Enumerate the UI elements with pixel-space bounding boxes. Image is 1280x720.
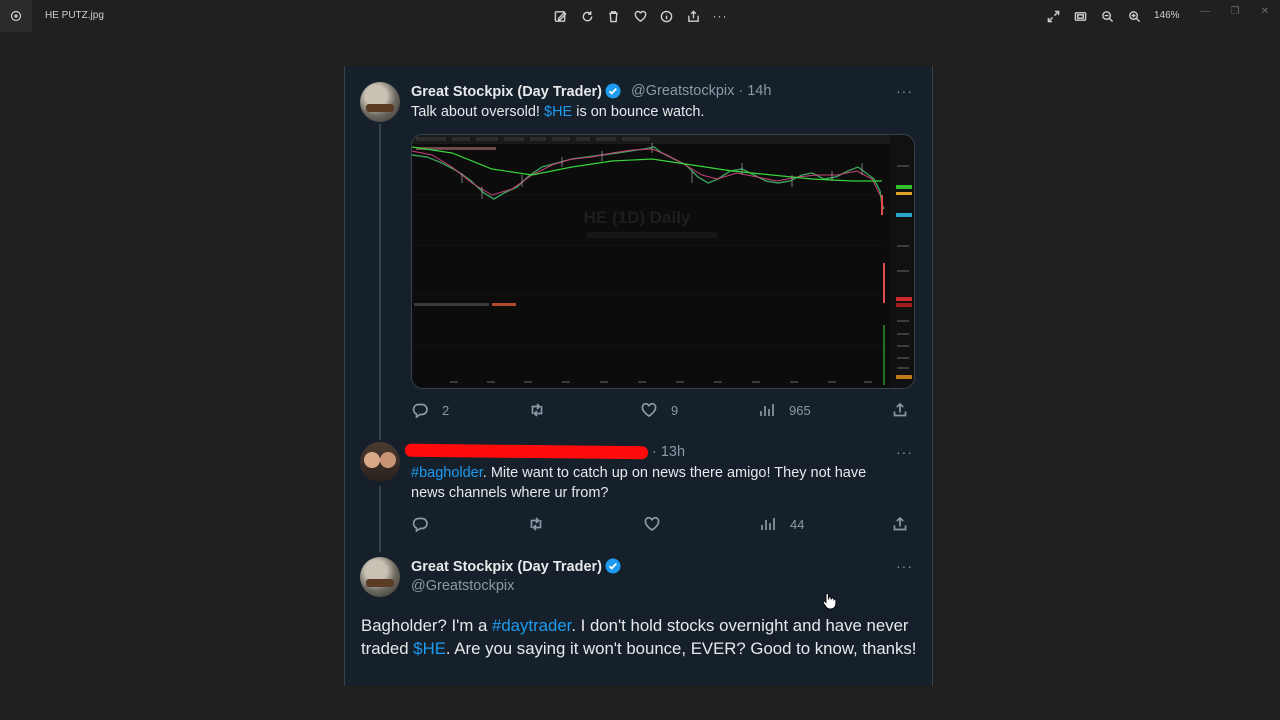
zoom-out-icon[interactable]: [1099, 8, 1115, 24]
verified-badge-icon: [605, 83, 621, 99]
like-button[interactable]: [644, 516, 674, 532]
cashtag-link[interactable]: $HE: [544, 104, 572, 120]
photos-app-icon[interactable]: [0, 0, 32, 32]
hashtag-link[interactable]: #bagholder: [411, 465, 483, 481]
hand-cursor-icon: [822, 592, 836, 610]
restore-icon[interactable]: ❐: [1225, 4, 1245, 18]
views-button[interactable]: 965: [759, 402, 811, 418]
favorite-icon[interactable]: [632, 8, 648, 24]
views-count: 44: [790, 516, 805, 532]
more-options-icon[interactable]: ···: [896, 83, 913, 99]
author-handle: @Greatstockpix: [411, 578, 515, 594]
author-handle-time: @Greatstockpix · 14h: [631, 83, 772, 99]
more-options-icon[interactable]: ···: [896, 558, 913, 574]
edit-icon[interactable]: [552, 8, 568, 24]
photos-title-bar: HE PUTZ.jpg ··· 146% — ❐ ✕: [0, 0, 1280, 32]
share-icon[interactable]: [685, 8, 701, 24]
stock-chart-image[interactable]: HE (1D) Daily: [411, 134, 915, 389]
author-name-text: Great Stockpix (Day Trader): [411, 559, 602, 575]
views-chart-icon: [760, 404, 774, 416]
tweet-text-part: Bagholder? I'm a: [361, 616, 493, 635]
retweet-button[interactable]: [529, 402, 559, 418]
reply-icon: [412, 403, 428, 418]
minimize-icon[interactable]: —: [1195, 4, 1215, 18]
hashtag-link[interactable]: #daytrader: [492, 616, 571, 635]
delete-icon[interactable]: [605, 8, 621, 24]
share-tweet-button[interactable]: [892, 516, 908, 532]
chart-watermark: HE (1D) Daily: [584, 208, 691, 227]
retweet-icon: [531, 403, 543, 417]
zoom-in-icon[interactable]: [1126, 8, 1142, 24]
tweet-text-part: is on bounce watch.: [572, 104, 705, 120]
author-name[interactable]: Great Stockpix (Day Trader): [411, 558, 621, 575]
close-icon[interactable]: ✕: [1255, 4, 1275, 18]
share-tweet-button[interactable]: [892, 402, 908, 418]
reply-button[interactable]: [412, 516, 442, 532]
like-button[interactable]: 9: [641, 402, 678, 418]
reply-count: 2: [442, 402, 450, 418]
reply-icon: [412, 517, 428, 532]
verified-badge-icon: [605, 558, 621, 574]
views-button[interactable]: 44: [760, 516, 804, 532]
thread-connector: [379, 124, 381, 440]
cashtag-link[interactable]: $HE: [413, 639, 446, 658]
tweet-text: Bagholder? I'm a #daytrader. I don't hol…: [361, 614, 921, 660]
tweet-text-part: Talk about oversold!: [411, 104, 544, 120]
info-icon[interactable]: [658, 8, 674, 24]
fullscreen-icon[interactable]: [1045, 8, 1061, 24]
views-count: 965: [789, 402, 811, 418]
fit-icon[interactable]: [1072, 8, 1088, 24]
tweet-text: #bagholder. Mite want to catch up on new…: [411, 464, 901, 503]
share-tweet-icon: [893, 516, 907, 531]
rotate-icon[interactable]: [579, 8, 595, 24]
like-count: 9: [671, 402, 679, 418]
reply-button[interactable]: 2: [412, 402, 449, 418]
author-name-text: Great Stockpix (Day Trader): [411, 84, 602, 100]
tweet-text-part: . Are you saying it won't bounce, EVER? …: [445, 639, 917, 658]
heart-icon: [644, 516, 660, 531]
file-name: HE PUTZ.jpg: [45, 10, 104, 21]
views-chart-icon: [761, 518, 775, 530]
thread-connector: [379, 486, 381, 552]
share-tweet-icon: [893, 402, 907, 417]
more-options-icon[interactable]: ···: [896, 444, 913, 460]
avatar[interactable]: [360, 82, 400, 122]
avatar[interactable]: [360, 557, 400, 597]
tweet-text: Talk about oversold! $HE is on bounce wa…: [411, 103, 704, 123]
retweet-button[interactable]: [528, 516, 558, 532]
tweet-time: · 13h: [652, 444, 686, 460]
avatar[interactable]: [360, 442, 400, 482]
zoom-level[interactable]: 146%: [1154, 10, 1180, 21]
retweet-icon: [530, 517, 542, 531]
heart-icon: [641, 402, 657, 417]
redacted-username: [404, 443, 649, 460]
more-icon[interactable]: ···: [712, 8, 728, 24]
author-name[interactable]: Great Stockpix (Day Trader): [411, 83, 621, 100]
